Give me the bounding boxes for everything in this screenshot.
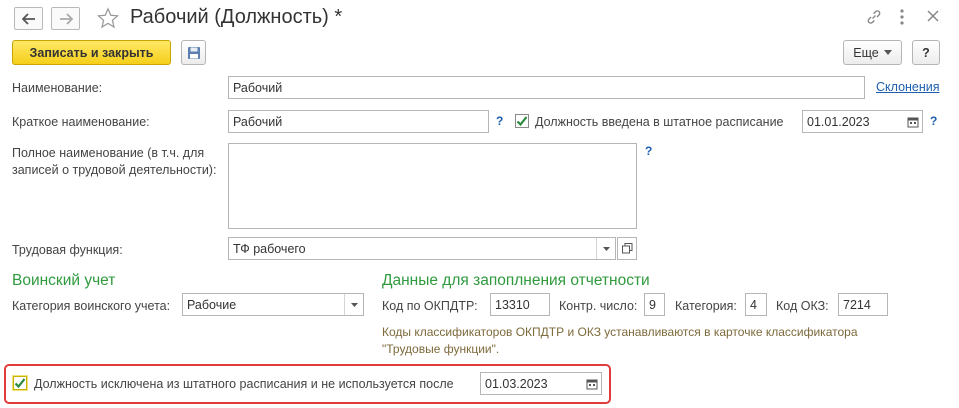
full-name-help-icon[interactable]: ?: [645, 144, 652, 158]
full-name-label-line1: Полное наименование (в т.ч. для: [12, 146, 205, 160]
close-icon: [927, 10, 939, 22]
kebab-icon: [900, 9, 904, 25]
okpdtr-label: Код по ОКПДТР:: [382, 299, 478, 313]
military-category-dropdown-button[interactable]: [344, 294, 363, 315]
short-name-label: Краткое наименование:: [12, 115, 150, 129]
calendar-icon[interactable]: [907, 116, 919, 131]
close-button[interactable]: [926, 9, 940, 26]
short-name-input[interactable]: Рабочий: [228, 110, 489, 133]
more-menu-button[interactable]: [899, 8, 905, 29]
staffing-checkbox[interactable]: [515, 114, 529, 128]
military-section-title: Воинский учет: [12, 272, 116, 289]
checkmark-icon: [14, 378, 26, 389]
excluded-checkbox-label: Должность исключена из штатного расписан…: [34, 377, 454, 391]
okz-label: Код ОКЗ:: [776, 299, 829, 313]
excluded-checkbox[interactable]: [13, 376, 27, 390]
arrow-right-icon: [59, 12, 73, 25]
checkmark-icon: [516, 116, 528, 127]
labor-function-select[interactable]: ТФ рабочего: [228, 237, 616, 260]
okz-input[interactable]: 7214: [838, 293, 888, 316]
forward-button[interactable]: [51, 7, 80, 30]
short-name-help-icon[interactable]: ?: [496, 114, 503, 128]
labor-function-label: Трудовая функция:: [12, 243, 123, 257]
staffing-checkbox-label: Должность введена в штатное расписание: [535, 115, 784, 129]
okpdtr-input[interactable]: 13310: [490, 293, 550, 316]
category-input[interactable]: 4: [745, 293, 767, 316]
back-button[interactable]: [14, 7, 43, 30]
classifier-note: Коды классификаторов ОКПДТР и ОКЗ устана…: [382, 324, 858, 358]
floppy-disk-icon: [187, 46, 200, 59]
window-title: Рабочий (Должность) *: [130, 6, 343, 28]
name-input[interactable]: Рабочий: [228, 76, 865, 99]
labor-function-open-button[interactable]: [617, 237, 637, 260]
declensions-link[interactable]: Склонения: [876, 80, 940, 94]
caret-down-icon: [350, 302, 358, 307]
favorite-star-button[interactable]: [96, 7, 120, 33]
caret-down-icon: [883, 50, 892, 55]
link-icon: [867, 10, 881, 24]
more-actions-button[interactable]: Еще: [843, 40, 902, 65]
control-number-label: Контр. число:: [559, 299, 638, 313]
calendar-icon[interactable]: [586, 378, 598, 393]
more-actions-label: Еще: [853, 45, 879, 60]
military-category-select[interactable]: Рабочие: [182, 293, 364, 316]
category-label: Категория:: [675, 299, 737, 313]
staffing-date-input[interactable]: 01.01.2023: [802, 110, 923, 133]
name-label: Наименование:: [12, 81, 103, 95]
save-button[interactable]: [181, 40, 206, 65]
save-and-close-button[interactable]: Записать и закрыть: [12, 40, 171, 65]
staffing-help-icon[interactable]: ?: [930, 114, 937, 128]
open-window-icon: [621, 243, 632, 254]
reporting-section-title: Данные для запоплнения отчетности: [382, 272, 650, 289]
military-category-label: Категория воинского учета:: [12, 299, 171, 313]
labor-function-value: ТФ рабочего: [233, 241, 306, 256]
classifier-note-line1: Коды классификаторов ОКПДТР и ОКЗ устана…: [382, 325, 858, 339]
caret-down-icon: [602, 246, 610, 251]
help-button[interactable]: ?: [912, 40, 940, 65]
star-icon: [96, 7, 120, 29]
full-name-label: Полное наименование (в т.ч. для записей …: [12, 145, 216, 179]
labor-function-dropdown-button[interactable]: [596, 238, 615, 259]
military-category-value: Рабочие: [187, 297, 237, 312]
control-number-input[interactable]: 9: [644, 293, 665, 316]
full-name-label-line2: записей о трудовой деятельности):: [12, 163, 217, 177]
staffing-date-value: 01.01.2023: [807, 114, 870, 129]
full-name-textarea[interactable]: [228, 143, 637, 229]
link-button[interactable]: [866, 9, 882, 28]
excluded-date-value: 01.03.2023: [485, 376, 548, 391]
arrow-left-icon: [21, 12, 35, 25]
classifier-note-line2: "Трудовые функции".: [382, 342, 500, 356]
excluded-date-input[interactable]: 01.03.2023: [480, 372, 602, 395]
